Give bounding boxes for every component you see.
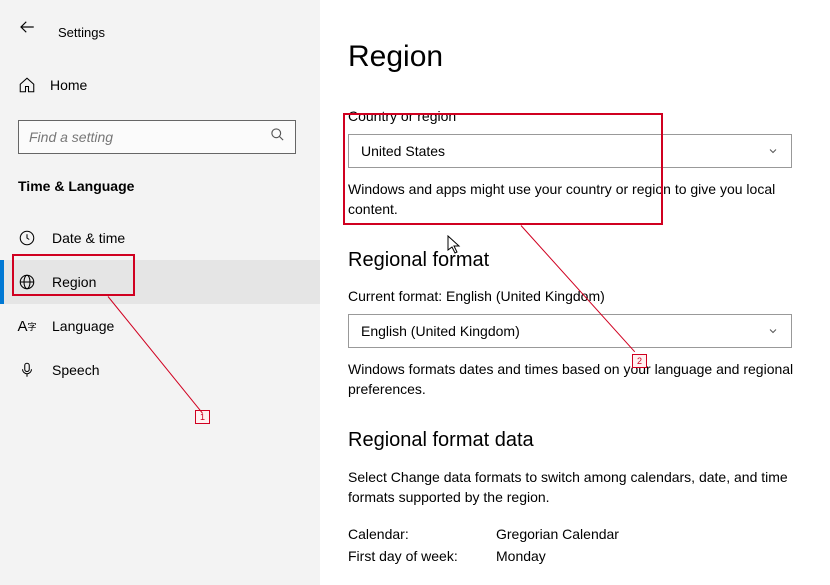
format-data-title: Regional format data (348, 429, 800, 452)
annotation-label-2: 2 (632, 354, 647, 368)
format-data-row: First day of week: Monday (348, 548, 800, 564)
country-value: United States (361, 143, 445, 159)
format-data-label: Calendar: (348, 526, 496, 542)
sidebar-item-date-time[interactable]: Date & time (0, 216, 320, 260)
regional-format-dropdown[interactable]: English (United Kingdom) (348, 314, 792, 348)
format-data-label: First day of week: (348, 548, 496, 564)
clock-icon (18, 229, 36, 247)
sidebar: Settings Home Time & Language (0, 0, 320, 585)
chevron-down-icon (767, 145, 779, 157)
sidebar-item-label: Region (52, 274, 96, 290)
sidebar-item-language[interactable]: A字 Language (0, 304, 320, 348)
format-data-row: Calendar: Gregorian Calendar (348, 526, 800, 542)
country-dropdown[interactable]: United States (348, 134, 792, 168)
sidebar-header: Settings (18, 15, 320, 40)
sidebar-item-region[interactable]: Region (0, 260, 320, 304)
current-format-label: Current format: English (United Kingdom) (348, 288, 800, 304)
sidebar-item-label: Language (52, 318, 114, 334)
regional-format-hint: Windows formats dates and times based on… (348, 360, 798, 399)
sidebar-item-label: Date & time (52, 230, 125, 246)
regional-format-title: Regional format (348, 249, 800, 272)
country-label: Country or region (348, 108, 800, 124)
chevron-down-icon (767, 325, 779, 337)
globe-icon (18, 273, 36, 291)
app-title: Settings (58, 25, 320, 40)
search-icon (270, 127, 285, 147)
sidebar-home[interactable]: Home (18, 68, 320, 102)
page-title: Region (348, 40, 800, 74)
a-glyph-icon: A字 (18, 318, 36, 335)
microphone-icon (18, 361, 36, 379)
nav-list: Date & time Region A字 Language (18, 216, 320, 392)
settings-window: Settings Home Time & Language (0, 0, 830, 585)
search-input[interactable] (29, 129, 270, 145)
home-icon (18, 76, 36, 94)
format-data-value: Monday (496, 548, 546, 564)
sidebar-item-speech[interactable]: Speech (0, 348, 320, 392)
category-title: Time & Language (18, 178, 320, 194)
search-box[interactable] (18, 120, 296, 154)
main-content: Region Country or region United States W… (320, 0, 830, 585)
sidebar-item-label: Speech (52, 362, 99, 378)
arrow-left-icon (18, 18, 36, 36)
format-data-value: Gregorian Calendar (496, 526, 619, 542)
country-hint: Windows and apps might use your country … (348, 180, 798, 219)
back-button[interactable] (18, 15, 36, 39)
format-data-hint: Select Change data formats to switch amo… (348, 468, 798, 507)
regional-format-value: English (United Kingdom) (361, 323, 520, 339)
home-label: Home (50, 77, 87, 93)
